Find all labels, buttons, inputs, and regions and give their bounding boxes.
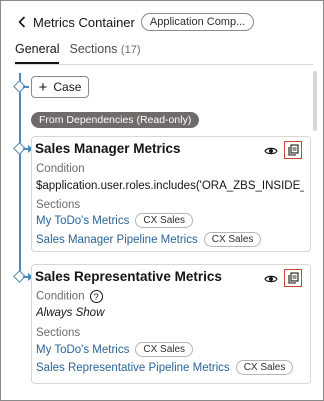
- condition-label: Condition: [36, 163, 85, 175]
- condition-label: Condition: [36, 290, 85, 303]
- duplicate-button[interactable]: [284, 141, 302, 159]
- case-title: Sales Representative Metrics: [35, 269, 222, 284]
- case-timeline-line: [19, 73, 21, 281]
- eye-icon[interactable]: [264, 272, 278, 286]
- tabs-divider: [15, 64, 313, 65]
- section-link[interactable]: My ToDo's Metrics: [36, 215, 129, 227]
- metrics-container-panel: Metrics Container Application Comp... Ge…: [0, 0, 324, 401]
- section-link[interactable]: Sales Manager Pipeline Metrics: [36, 234, 198, 246]
- tab-general-label: General: [15, 42, 60, 56]
- section-tag: CX Sales: [203, 232, 262, 247]
- scrollbar[interactable]: [313, 71, 317, 131]
- header: Metrics Container Application Comp...: [15, 12, 255, 32]
- section-link[interactable]: My ToDo's Metrics: [36, 344, 129, 356]
- section-link[interactable]: Sales Representative Pipeline Metrics: [36, 362, 230, 374]
- eye-icon[interactable]: [264, 144, 278, 158]
- help-icon[interactable]: ?: [89, 290, 103, 303]
- section-tag: CX Sales: [235, 360, 294, 375]
- condition-expression: $application.user.roles.includes('ORA_ZB…: [36, 180, 304, 192]
- duplicate-icon: [287, 144, 299, 156]
- condition-expression: Always Show: [36, 307, 105, 319]
- application-component-chip[interactable]: Application Comp...: [140, 13, 255, 31]
- case-card-sales-representative[interactable]: Sales Representative Metrics Condition? …: [31, 264, 311, 384]
- dependencies-readonly-badge: From Dependencies (Read-only): [31, 112, 200, 128]
- tab-sections[interactable]: Sections (17): [69, 42, 140, 64]
- case-card-sales-manager[interactable]: Sales Manager Metrics Condition $applica…: [31, 136, 311, 252]
- section-row: Sales Manager Pipeline Metrics CX Sales: [36, 232, 262, 247]
- tab-general[interactable]: General: [15, 42, 60, 65]
- section-row: My ToDo's Metrics CX Sales: [36, 342, 194, 357]
- sections-label: Sections: [36, 199, 81, 211]
- tab-sections-label: Sections: [69, 42, 118, 56]
- condition-label-row: Condition?: [36, 290, 103, 303]
- sections-label: Sections: [36, 327, 81, 339]
- duplicate-button[interactable]: [284, 269, 302, 287]
- section-tag: CX Sales: [135, 342, 194, 357]
- plus-icon: +: [38, 78, 48, 96]
- duplicate-icon: [287, 272, 299, 284]
- section-row: Sales Representative Pipeline Metrics CX…: [36, 360, 294, 375]
- section-tag: CX Sales: [135, 213, 194, 228]
- add-case-label: Case: [53, 80, 82, 94]
- section-row: My ToDo's Metrics CX Sales: [36, 213, 194, 228]
- page-title: Metrics Container: [33, 14, 135, 30]
- tab-sections-count: (17): [120, 44, 141, 56]
- back-chevron-icon[interactable]: [15, 13, 29, 31]
- tab-bar: General Sections (17): [15, 42, 150, 65]
- add-case-button[interactable]: + Case: [31, 76, 89, 98]
- timeline-connector-add: [23, 86, 29, 88]
- case-title: Sales Manager Metrics: [35, 141, 181, 156]
